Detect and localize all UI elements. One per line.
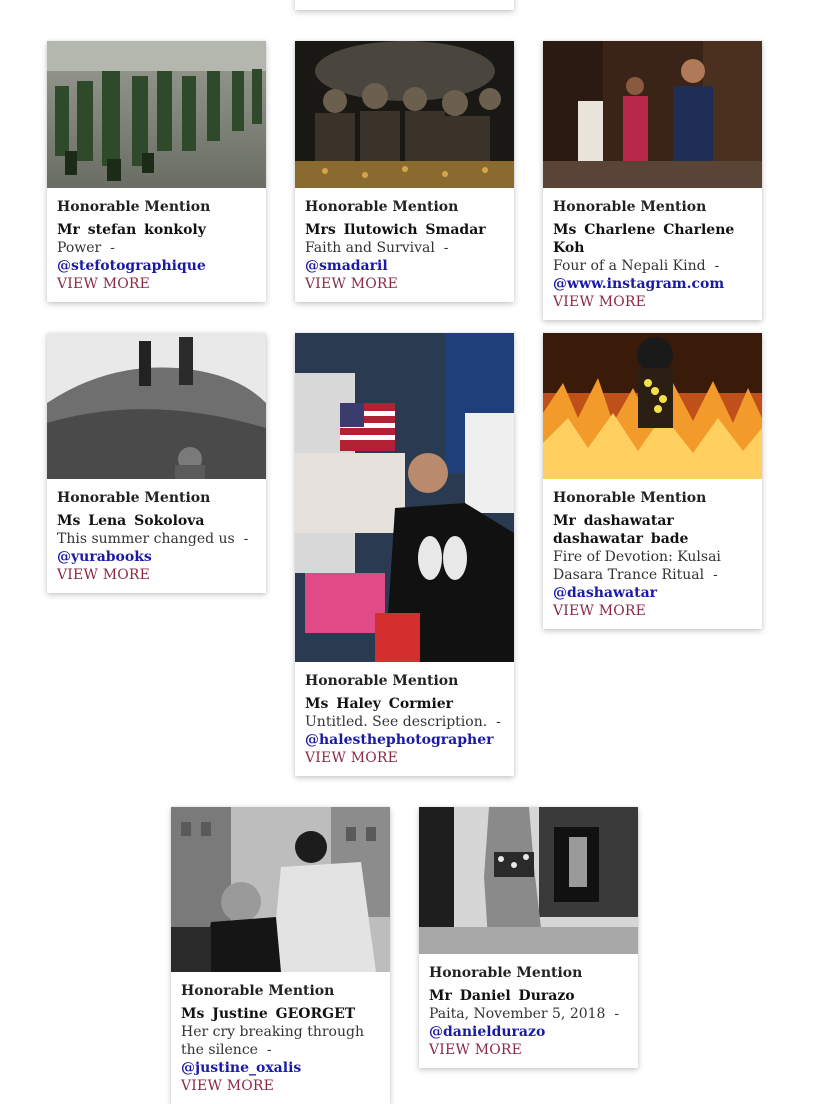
- view-more-link[interactable]: VIEW MORE: [305, 275, 504, 293]
- award-label: Honorable Mention: [305, 673, 459, 689]
- entry-card[interactable]: Honorable Mention Ms Haley Cormier Untit…: [295, 333, 514, 776]
- photo-title: Her cry breaking through the silence: [181, 1024, 364, 1058]
- view-more-link[interactable]: VIEW MORE: [429, 1041, 628, 1059]
- entry-photo[interactable]: [47, 41, 266, 188]
- instagram-handle-link[interactable]: @justine_oxalis: [181, 1060, 301, 1076]
- photo-title: This summer changed us: [57, 531, 235, 547]
- instagram-handle-link[interactable]: @www.instagram.com: [553, 276, 724, 292]
- separator: -: [614, 1006, 620, 1022]
- view-more-link[interactable]: VIEW MORE: [553, 602, 752, 620]
- entry-card[interactable]: Honorable Mention Mr stefan konkoly Powe…: [47, 41, 266, 302]
- photo-title: Paita, November 5, 2018: [429, 1006, 606, 1022]
- entry-photo[interactable]: [543, 41, 762, 188]
- photo-title: Four of a Nepali Kind: [553, 258, 706, 274]
- entry-card[interactable]: Honorable Mention Mr Daniel Durazo Paita…: [419, 807, 638, 1068]
- instagram-handle-link[interactable]: @danieldurazo: [429, 1024, 545, 1040]
- separator: -: [712, 567, 718, 583]
- partial-card-top: [295, 0, 514, 10]
- entry-card[interactable]: Honorable Mention Ms Charlene Charlene K…: [543, 41, 762, 320]
- view-more-link[interactable]: VIEW MORE: [57, 566, 256, 584]
- award-label: Honorable Mention: [57, 490, 211, 506]
- separator: -: [266, 1042, 272, 1058]
- photographer-name: Mr stefan konkoly: [57, 222, 206, 238]
- award-label: Honorable Mention: [305, 199, 459, 215]
- entry-photo[interactable]: [47, 333, 266, 479]
- photographer-name: Ms Haley Cormier: [305, 696, 454, 712]
- separator: -: [714, 258, 720, 274]
- entry-photo[interactable]: [419, 807, 638, 954]
- separator: -: [110, 240, 115, 256]
- photographer-name: Ms Lena Sokolova: [57, 513, 205, 529]
- separator: -: [496, 714, 501, 730]
- award-label: Honorable Mention: [57, 199, 211, 215]
- photographer-name: Mr dashawatar dashawatar bade: [553, 513, 689, 547]
- view-more-link[interactable]: VIEW MORE: [57, 275, 256, 293]
- award-label: Honorable Mention: [429, 965, 583, 981]
- award-label: Honorable Mention: [553, 199, 707, 215]
- photographer-name: Ms Charlene Charlene Koh: [553, 222, 735, 256]
- entry-card[interactable]: Honorable Mention Ms Justine GEORGET Her…: [171, 807, 390, 1104]
- instagram-handle-link[interactable]: @dashawatar: [553, 585, 657, 601]
- view-more-link[interactable]: VIEW MORE: [181, 1077, 380, 1095]
- photo-title: Faith and Survival: [305, 240, 435, 256]
- photo-title: Power: [57, 240, 102, 256]
- entry-card[interactable]: Honorable Mention Mrs Ilutowich Smadar F…: [295, 41, 514, 302]
- entry-card[interactable]: Honorable Mention Mr dashawatar dashawat…: [543, 333, 762, 629]
- photographer-name: Mrs Ilutowich Smadar: [305, 222, 486, 238]
- award-label: Honorable Mention: [181, 983, 335, 999]
- photographer-name: Mr Daniel Durazo: [429, 988, 575, 1004]
- award-label: Honorable Mention: [553, 490, 707, 506]
- separator: -: [443, 240, 449, 256]
- entry-photo[interactable]: [543, 333, 762, 479]
- instagram-handle-link[interactable]: @smadaril: [305, 258, 388, 274]
- view-more-link[interactable]: VIEW MORE: [305, 749, 504, 767]
- photographer-name: Ms Justine GEORGET: [181, 1006, 356, 1022]
- photo-title: Fire of Devotion: Kulsai Dasara Trance R…: [553, 549, 721, 583]
- entry-photo[interactable]: [295, 41, 514, 188]
- photo-title: Untitled. See description.: [305, 714, 488, 730]
- separator: -: [243, 531, 249, 547]
- entry-card[interactable]: Honorable Mention Ms Lena Sokolova This …: [47, 333, 266, 593]
- instagram-handle-link[interactable]: @yurabooks: [57, 549, 152, 565]
- instagram-handle-link[interactable]: @halesthephotographer: [305, 732, 494, 748]
- view-more-link[interactable]: VIEW MORE: [553, 293, 752, 311]
- instagram-handle-link[interactable]: @stefotographique: [57, 258, 206, 274]
- entry-photo[interactable]: [171, 807, 390, 972]
- entry-photo[interactable]: [295, 333, 514, 662]
